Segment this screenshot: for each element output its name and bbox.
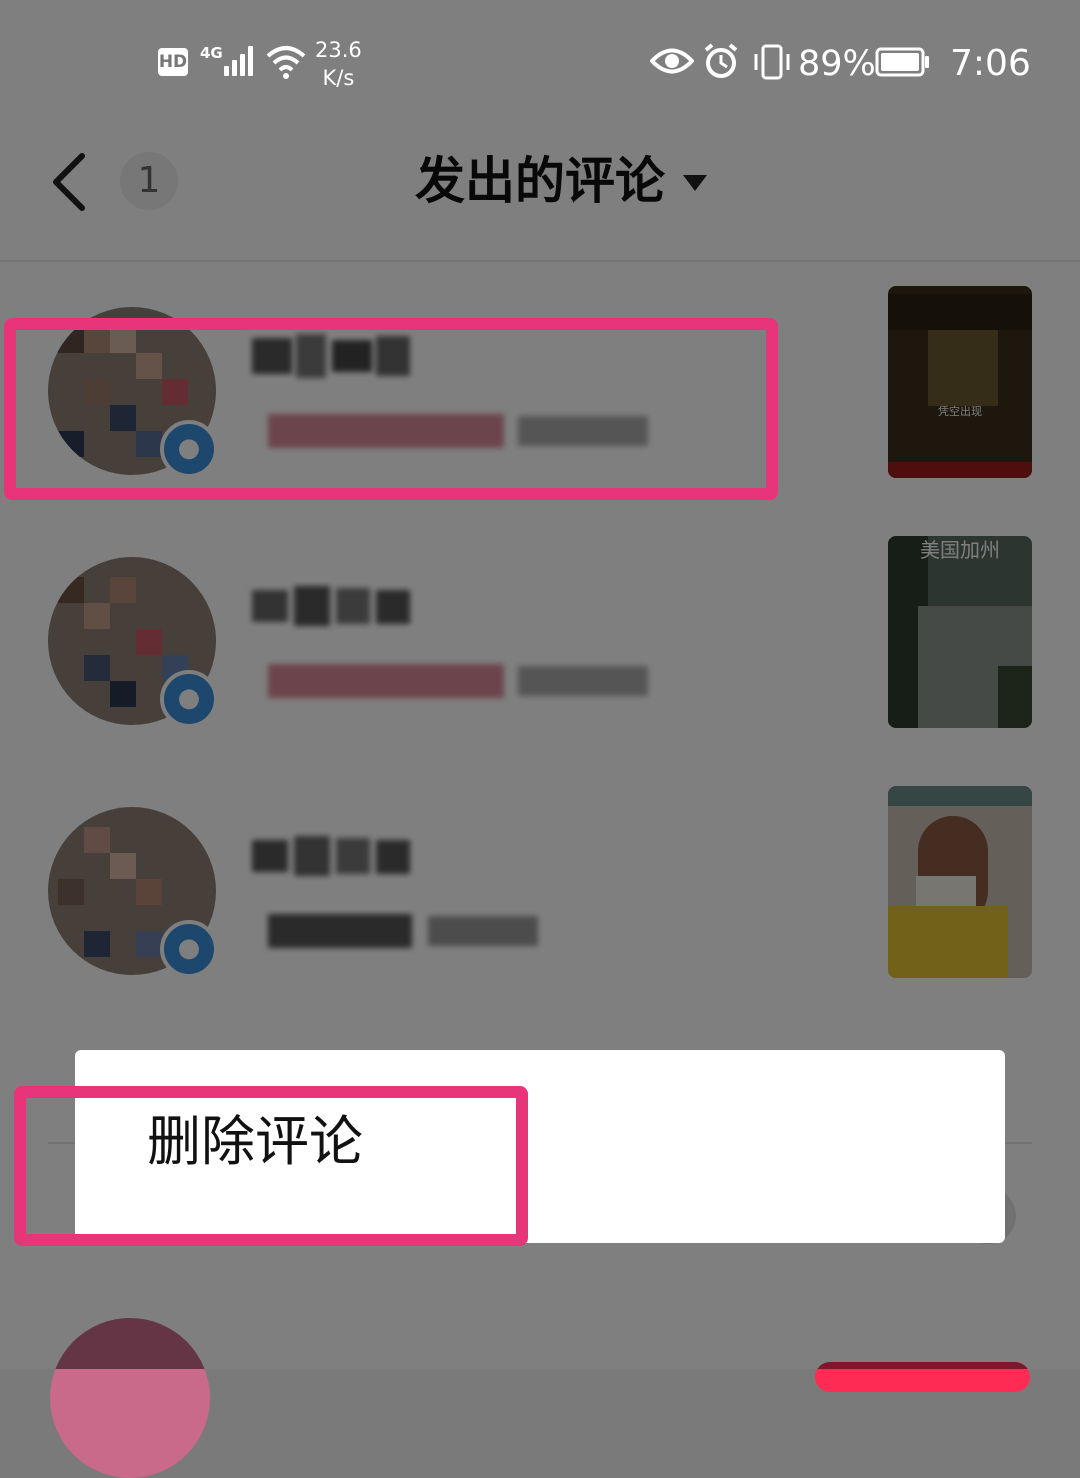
network-speed: 23.6 K/s	[315, 36, 362, 92]
eye-icon	[650, 48, 694, 74]
vibrate-icon	[754, 44, 790, 80]
clock: 7:06	[950, 43, 1031, 84]
status-bar: HD 4G 23.6 K/s 89% 7:06	[0, 0, 1080, 120]
speed-unit: K/s	[322, 66, 355, 90]
speed-value: 23.6	[315, 38, 362, 62]
hd-indicator: HD	[158, 48, 188, 76]
wifi-icon	[266, 46, 306, 79]
highlight-box-delete	[14, 1086, 528, 1246]
highlight-box-first-row	[4, 318, 778, 500]
signal-icon	[222, 44, 256, 76]
alarm-icon	[704, 43, 738, 78]
battery-icon	[875, 47, 929, 77]
battery-percent: 89%	[798, 44, 876, 84]
network-type: 4G	[200, 44, 223, 62]
